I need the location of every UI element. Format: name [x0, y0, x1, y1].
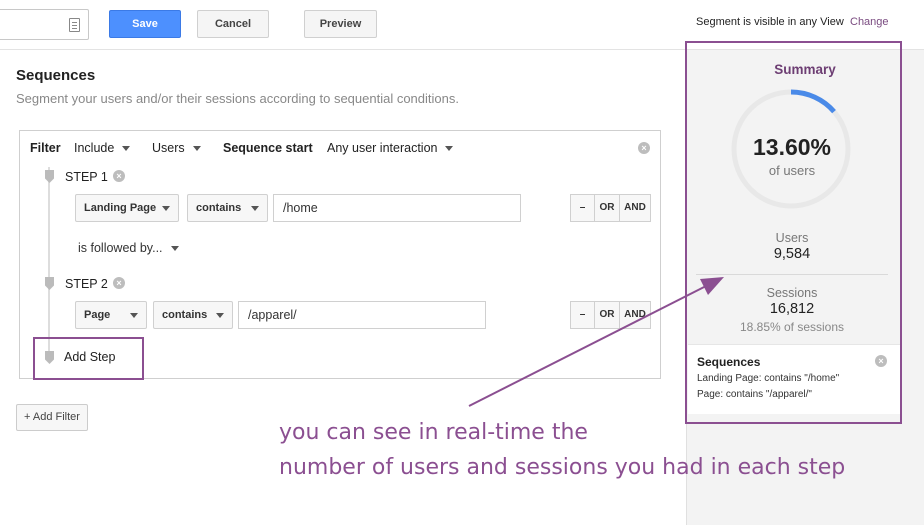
followed-by-value: is followed by...: [78, 241, 163, 255]
step-marker-icon: [45, 170, 54, 183]
chevron-down-icon: [216, 313, 224, 318]
contact-card-icon: [69, 18, 80, 32]
step-timeline: [48, 167, 50, 357]
save-button[interactable]: Save: [109, 10, 181, 38]
chevron-down-icon: [192, 146, 201, 152]
step-2-and-button[interactable]: AND: [620, 301, 651, 329]
annotation-line-1: you can see in real-time the: [279, 420, 588, 445]
add-step-highlight-box: [33, 337, 144, 380]
cancel-button[interactable]: Cancel: [197, 10, 269, 38]
step-marker-icon: [45, 277, 54, 290]
sequence-start-dropdown[interactable]: Any user interaction: [327, 141, 454, 155]
remove-step-1-icon[interactable]: ×: [113, 170, 125, 182]
remove-step-2-icon[interactable]: ×: [113, 277, 125, 289]
preview-button[interactable]: Preview: [304, 10, 377, 38]
step-1-operator-value: contains: [196, 202, 242, 214]
step-1-or-button[interactable]: OR: [595, 194, 620, 222]
chevron-down-icon: [445, 146, 454, 152]
chevron-down-icon: [170, 246, 179, 252]
sequence-start-label: Sequence start: [223, 141, 313, 155]
step-1-dimension-value: Landing Page: [84, 202, 157, 214]
step-2-operator-value: contains: [162, 309, 208, 321]
chevron-down-icon: [251, 206, 259, 211]
remove-filter-icon[interactable]: ×: [638, 142, 650, 154]
visibility-text: Segment is visible in any View: [696, 16, 844, 28]
sequence-start-value: Any user interaction: [327, 141, 438, 155]
scope-dropdown[interactable]: Users: [152, 141, 201, 155]
chevron-down-icon: [130, 313, 138, 318]
step-1-value-input[interactable]: /home: [273, 194, 521, 222]
step-2-label: STEP 2: [65, 277, 108, 291]
annotation-line-2: number of users and sessions you had in …: [279, 455, 846, 480]
chevron-down-icon: [122, 146, 131, 152]
summary-highlight-box: [685, 41, 902, 424]
filter-label: Filter: [30, 141, 61, 155]
change-link[interactable]: Change: [850, 16, 889, 28]
step-2-or-button[interactable]: OR: [595, 301, 620, 329]
chevron-down-icon: [162, 206, 170, 211]
followed-by-dropdown[interactable]: is followed by...: [78, 241, 179, 255]
scope-value: Users: [152, 141, 185, 155]
page-title: Sequences: [16, 67, 96, 84]
step-1-operator-select[interactable]: contains: [187, 194, 268, 222]
step-1-and-button[interactable]: AND: [620, 194, 651, 222]
step-1-label: STEP 1: [65, 170, 108, 184]
include-dropdown[interactable]: Include: [74, 141, 131, 155]
step-1-remove-condition-button[interactable]: –: [570, 194, 595, 222]
segment-name-input[interactable]: [0, 9, 89, 40]
include-value: Include: [74, 141, 115, 155]
step-2-dimension-select[interactable]: Page: [75, 301, 147, 329]
add-filter-button[interactable]: + Add Filter: [16, 404, 88, 431]
step-2-remove-condition-button[interactable]: –: [570, 301, 595, 329]
page-subtitle: Segment your users and/or their sessions…: [16, 91, 459, 106]
step-1-dimension-select[interactable]: Landing Page: [75, 194, 179, 222]
step-2-dimension-value: Page: [84, 309, 111, 321]
step-2-value-input[interactable]: /apparel/: [238, 301, 486, 329]
step-2-operator-select[interactable]: contains: [153, 301, 233, 329]
